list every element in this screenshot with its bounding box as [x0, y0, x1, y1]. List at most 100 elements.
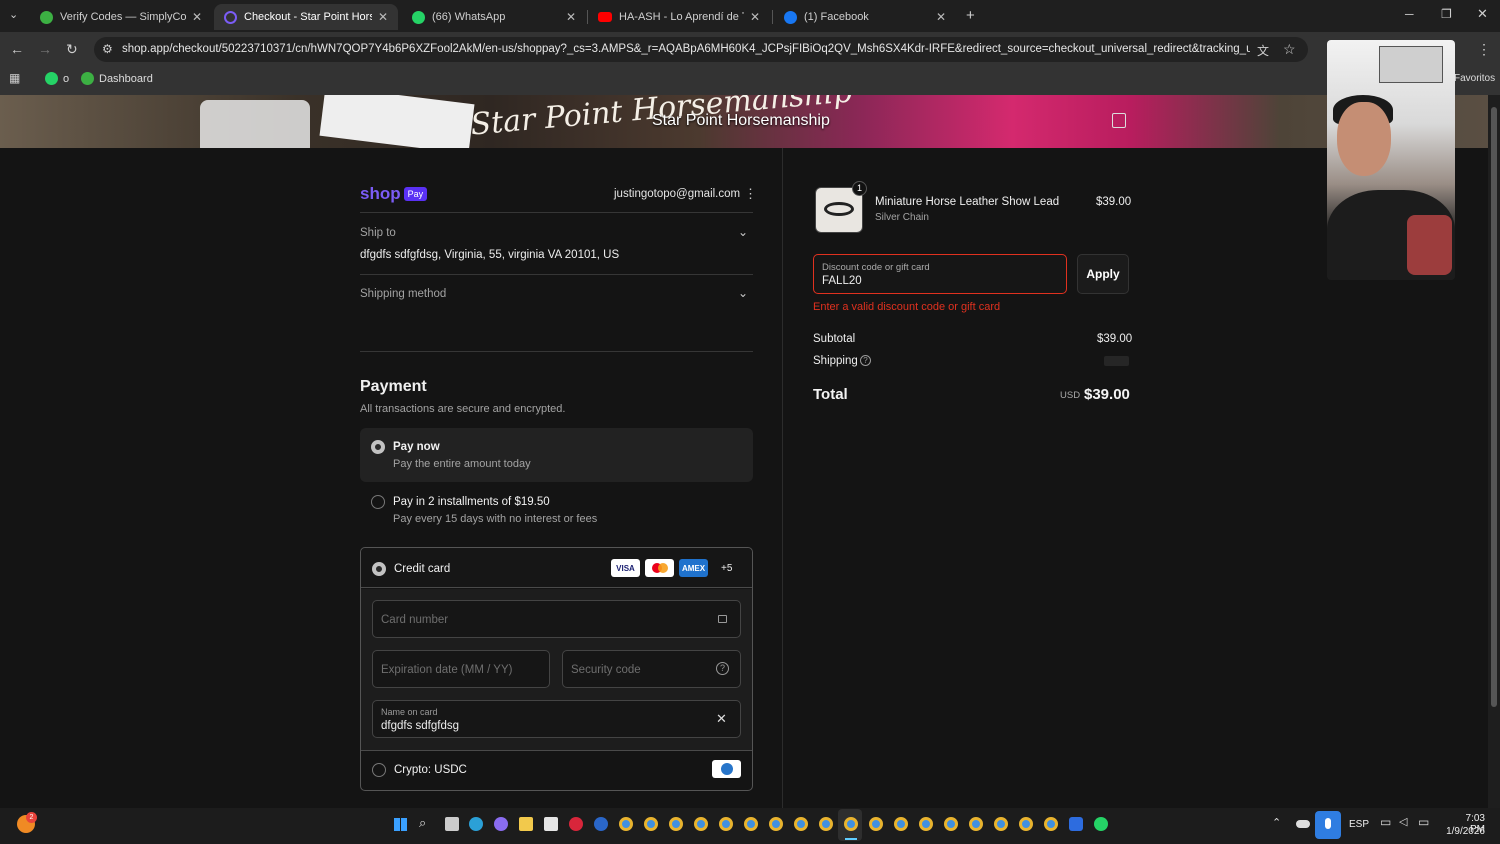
close-icon[interactable]: ✕ — [750, 10, 760, 24]
url-text[interactable]: shop.app/checkout/50223710371/cn/hWN7QOP… — [122, 43, 1250, 55]
minimize-icon[interactable]: ─ — [1405, 7, 1414, 21]
help-icon[interactable]: ? — [860, 355, 871, 366]
chrome-icon[interactable] — [969, 817, 983, 831]
scrollbar[interactable] — [1488, 95, 1500, 808]
discount-field[interactable] — [813, 254, 1067, 294]
chrome-icon[interactable] — [719, 817, 733, 831]
bookmark-whatsapp[interactable]: o — [45, 72, 69, 85]
installments-radio[interactable] — [371, 495, 385, 509]
chrome-icon-active[interactable] — [844, 817, 858, 831]
shipping-method-label[interactable]: Shipping method — [360, 288, 446, 300]
translate-icon[interactable]: 文 — [1257, 42, 1269, 59]
back-icon[interactable]: ← — [10, 41, 24, 57]
bookmarks-bar — [0, 66, 1500, 95]
close-icon[interactable]: ✕ — [566, 10, 576, 24]
star-icon[interactable]: ☆ — [1283, 41, 1296, 58]
mastercard-icon — [645, 559, 674, 577]
chrome-icon[interactable] — [944, 817, 958, 831]
more-brands: +5 — [721, 563, 733, 574]
tab-facebook[interactable]: (1) Facebook ✕ — [774, 4, 956, 30]
forward-icon[interactable]: → — [38, 41, 52, 57]
bag-icon[interactable] — [1112, 113, 1126, 128]
menu-icon[interactable]: ⋮ — [1477, 41, 1491, 58]
chevron-down-icon[interactable]: ⌄ — [738, 225, 748, 239]
close-icon[interactable]: ✕ — [936, 10, 946, 24]
microphone-icon[interactable] — [1315, 811, 1341, 839]
chrome-icon[interactable] — [994, 817, 1008, 831]
clear-icon[interactable]: ✕ — [716, 711, 727, 727]
chrome-icon[interactable] — [869, 817, 883, 831]
chevron-up-icon[interactable]: ⌃ — [1272, 816, 1281, 829]
whatsapp-icon[interactable] — [1094, 817, 1108, 831]
chrome-icon[interactable] — [794, 817, 808, 831]
site-info-icon[interactable]: ⚙ — [102, 42, 113, 56]
edge-icon[interactable] — [469, 817, 483, 831]
chrome-icon[interactable] — [819, 817, 833, 831]
chrome-icon[interactable] — [769, 817, 783, 831]
windows-start-icon[interactable] — [394, 818, 407, 831]
chrome-icon[interactable] — [1044, 817, 1058, 831]
crypto-label[interactable]: Crypto: USDC — [394, 764, 467, 776]
crypto-radio[interactable] — [372, 763, 386, 777]
shipping-loading — [1104, 356, 1129, 366]
reload-icon[interactable]: ↻ — [66, 41, 78, 58]
tab-title: Checkout - Star Point Horseman — [244, 11, 372, 23]
chrome-icon[interactable] — [894, 817, 908, 831]
video-call-overlay[interactable] — [1327, 40, 1455, 280]
tab-youtube[interactable]: HA-ASH - Lo Aprendí de Ti (Pri ✕ — [588, 4, 770, 30]
tab-search-icon[interactable]: ⌄ — [9, 8, 18, 21]
whatsapp-icon — [412, 10, 425, 24]
total-currency: USD — [1060, 390, 1081, 401]
restore-icon[interactable]: ❐ — [1441, 7, 1452, 21]
chevron-down-icon[interactable]: ⌄ — [738, 286, 748, 300]
network-icon[interactable]: ▭ — [1380, 815, 1391, 829]
discount-value[interactable]: FALL20 — [822, 275, 862, 287]
opera-icon[interactable] — [569, 817, 583, 831]
help-icon[interactable]: ? — [716, 662, 729, 675]
clock-date[interactable]: 1/9/2026 — [1444, 826, 1485, 837]
pay-now-radio[interactable] — [371, 440, 385, 454]
tab-whatsapp[interactable]: (66) WhatsApp ✕ — [402, 4, 586, 30]
tab-checkout[interactable]: Checkout - Star Point Horseman ✕ — [214, 4, 398, 30]
amex-icon: AMEX — [679, 559, 708, 577]
chrome-icon[interactable] — [619, 817, 633, 831]
bookmark-dashboard[interactable]: Dashboard — [81, 72, 153, 85]
volume-icon[interactable]: ◁ — [1399, 815, 1407, 828]
account-menu-icon[interactable]: ⋮ — [744, 186, 757, 202]
apply-button[interactable]: Apply — [1077, 254, 1129, 294]
chrome-icon[interactable] — [669, 817, 683, 831]
task-view-icon[interactable] — [445, 817, 459, 831]
chrome-icon[interactable] — [644, 817, 658, 831]
name-on-card-field[interactable] — [372, 700, 741, 738]
credit-card-radio[interactable] — [372, 562, 386, 576]
chrome-icon[interactable] — [694, 817, 708, 831]
name-on-card-label: Name on card — [381, 707, 438, 717]
close-icon[interactable]: ✕ — [192, 10, 202, 24]
defender-icon[interactable] — [1069, 817, 1083, 831]
window-close-icon[interactable]: ✕ — [1477, 6, 1488, 22]
chrome-icon[interactable] — [1019, 817, 1033, 831]
onedrive-icon[interactable] — [1296, 820, 1310, 828]
close-icon[interactable]: ✕ — [378, 10, 388, 24]
chrome-icon[interactable] — [919, 817, 933, 831]
search-icon[interactable]: ⌕ — [419, 815, 426, 831]
installments-label[interactable]: Pay in 2 installments of $19.50 — [393, 496, 550, 508]
battery-icon[interactable]: ▭ — [1418, 815, 1429, 829]
security-code-placeholder: Security code — [571, 664, 641, 676]
ship-to-label[interactable]: Ship to — [360, 227, 396, 239]
favorites-label[interactable]: Favoritos — [1454, 73, 1495, 84]
copilot-icon[interactable] — [494, 817, 508, 831]
new-tab-icon[interactable]: + — [966, 7, 975, 24]
language-indicator[interactable]: ESP — [1349, 819, 1369, 830]
store-title[interactable]: Star Point Horsemanship — [652, 112, 830, 130]
chrome-icon[interactable] — [744, 817, 758, 831]
store-icon[interactable] — [544, 817, 558, 831]
tab-simplycodes[interactable]: Verify Codes — SimplyCodes ✕ — [30, 4, 212, 30]
name-on-card-value[interactable]: dfgdfs sdfgfdsg — [381, 720, 459, 732]
shield-icon[interactable] — [594, 817, 608, 831]
file-explorer-icon[interactable] — [519, 817, 533, 831]
pay-now-option[interactable] — [360, 428, 753, 482]
column-divider — [782, 148, 783, 808]
apps-icon[interactable]: ▦ — [9, 71, 20, 85]
total-value: $39.00 — [1084, 386, 1130, 403]
